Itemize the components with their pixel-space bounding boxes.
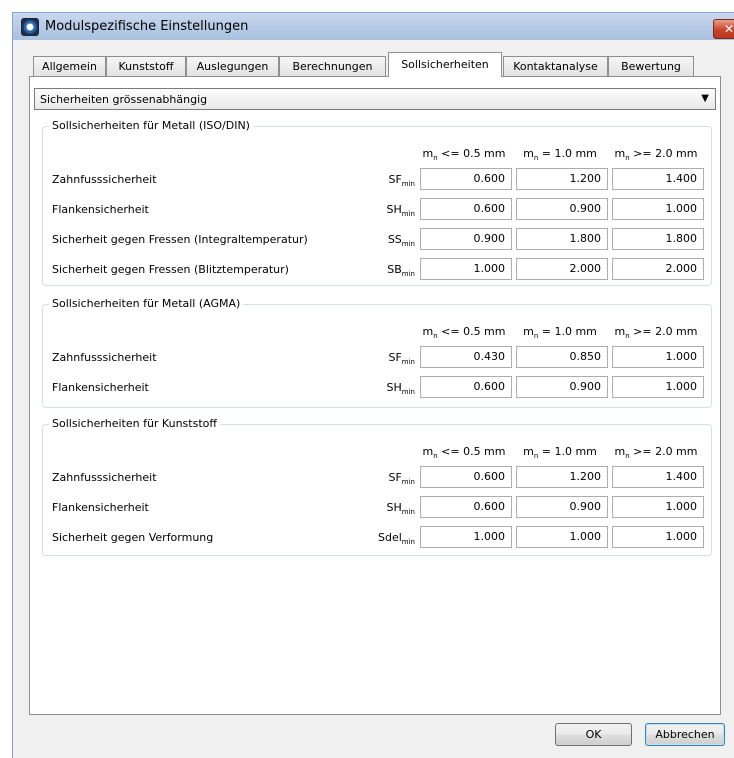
value-field[interactable]: 1.400 <box>612 466 704 488</box>
col-header-small: mn <= 0.5 mm <box>422 147 506 163</box>
value-field[interactable]: 1.800 <box>612 228 704 250</box>
col-header-mid: mn = 1.0 mm <box>523 325 597 341</box>
row-label: Sicherheit gegen Verformung <box>52 531 214 544</box>
tab-kunststoff[interactable]: Kunststoff <box>106 56 186 76</box>
app-icon <box>21 18 39 36</box>
symbol: SBmin <box>387 263 415 279</box>
tab-auslegungen[interactable]: Auslegungen <box>186 56 279 76</box>
value-field[interactable]: 0.900 <box>516 376 608 398</box>
symbol: SFmin <box>388 471 415 487</box>
col-header-large: mn >= 2.0 mm <box>614 445 698 461</box>
symbol: SHmin <box>386 381 415 397</box>
value-field[interactable]: 1.000 <box>516 526 608 548</box>
window-title: Modulspezifische Einstellungen <box>45 19 249 34</box>
row-label: Sicherheit gegen Fressen (Blitztemperatu… <box>52 263 289 276</box>
close-button[interactable]: ✕ <box>713 19 734 39</box>
col-header-small: mn <= 0.5 mm <box>422 445 506 461</box>
group-title: Sollsicherheiten für Metall (ISO/DIN) <box>49 119 253 132</box>
col-header-large: mn >= 2.0 mm <box>614 147 698 163</box>
row-label: Zahnfusssicherheit <box>52 173 157 186</box>
value-field[interactable]: 0.850 <box>516 346 608 368</box>
group-title: Sollsicherheiten für Metall (AGMA) <box>49 297 244 310</box>
chevron-down-icon: ▼ <box>701 93 709 104</box>
tab-allgemein[interactable]: Allgemein <box>33 56 106 76</box>
tab-bewertung[interactable]: Bewertung <box>608 56 694 76</box>
cancel-button[interactable]: Abbrechen <box>645 723 725 746</box>
settings-dialog: Modulspezifische Einstellungen ✕ Allgeme… <box>0 0 734 758</box>
value-field[interactable]: 2.000 <box>612 258 704 280</box>
value-field[interactable]: 0.600 <box>420 376 512 398</box>
value-field[interactable]: 0.600 <box>420 168 512 190</box>
value-field[interactable]: 1.000 <box>612 376 704 398</box>
col-header-large: mn >= 2.0 mm <box>614 325 698 341</box>
value-field[interactable]: 1.000 <box>612 346 704 368</box>
symbol: SFmin <box>388 351 415 367</box>
value-field[interactable]: 0.600 <box>420 496 512 518</box>
value-field[interactable]: 1.200 <box>516 168 608 190</box>
row-label: Flankensicherheit <box>52 501 149 514</box>
row-label: Zahnfusssicherheit <box>52 351 157 364</box>
value-field[interactable]: 1.000 <box>612 496 704 518</box>
col-header-mid: mn = 1.0 mm <box>523 147 597 163</box>
group-title: Sollsicherheiten für Kunststoff <box>49 417 220 430</box>
value-field[interactable]: 1.400 <box>612 168 704 190</box>
tab-berechnungen[interactable]: Berechnungen <box>279 56 386 76</box>
value-field[interactable]: 0.900 <box>516 198 608 220</box>
select-value: Sicherheiten grössenabhängig <box>40 93 208 106</box>
value-field[interactable]: 1.000 <box>420 258 512 280</box>
col-header-small: mn <= 0.5 mm <box>422 325 506 341</box>
row-label: Zahnfusssicherheit <box>52 471 157 484</box>
ok-button[interactable]: OK <box>555 723 632 746</box>
value-field[interactable]: 0.600 <box>420 466 512 488</box>
value-field[interactable]: 0.600 <box>420 198 512 220</box>
tab-sollsicherheiten[interactable]: Sollsicherheiten <box>388 52 502 77</box>
value-field[interactable]: 1.000 <box>612 198 704 220</box>
row-label: Flankensicherheit <box>52 203 149 216</box>
value-field[interactable]: 1.000 <box>612 526 704 548</box>
value-field[interactable]: 0.900 <box>516 496 608 518</box>
title-bar[interactable]: Modulspezifische Einstellungen ✕ <box>12 12 734 41</box>
row-label: Flankensicherheit <box>52 381 149 394</box>
value-field[interactable]: 2.000 <box>516 258 608 280</box>
col-header-mid: mn = 1.0 mm <box>523 445 597 461</box>
symbol: SFmin <box>388 173 415 189</box>
value-field[interactable]: 1.800 <box>516 228 608 250</box>
symbol: Sdelmin <box>378 531 415 547</box>
safety-mode-select[interactable]: Sicherheiten grössenabhängig ▼ <box>34 88 716 110</box>
value-field[interactable]: 1.200 <box>516 466 608 488</box>
value-field[interactable]: 1.000 <box>420 526 512 548</box>
value-field[interactable]: 0.430 <box>420 346 512 368</box>
symbol: SSmin <box>387 233 415 249</box>
value-field[interactable]: 0.900 <box>420 228 512 250</box>
tab-kontaktanalyse[interactable]: Kontaktanalyse <box>503 56 608 76</box>
symbol: SHmin <box>386 203 415 219</box>
row-label: Sicherheit gegen Fressen (Integraltemper… <box>52 233 308 246</box>
symbol: SHmin <box>386 501 415 517</box>
